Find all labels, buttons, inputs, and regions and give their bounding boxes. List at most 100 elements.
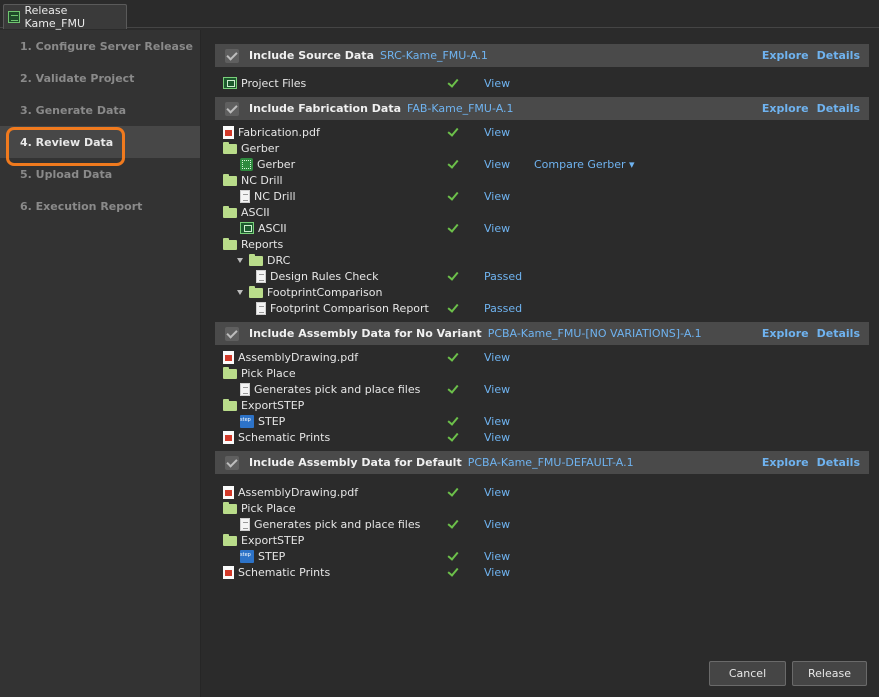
tree-row[interactable]: Schematic Prints View: [215, 429, 869, 445]
view-link[interactable]: View: [484, 431, 510, 444]
section-item-id[interactable]: PCBA-Kame_FMU-DEFAULT-A.1: [468, 456, 634, 469]
details-link[interactable]: Details: [817, 456, 860, 469]
pcb-icon: [240, 222, 254, 234]
folder-icon: [223, 206, 237, 218]
tree-item: Fabrication.pdf: [223, 125, 320, 139]
expand-arrow-icon[interactable]: [237, 257, 243, 263]
view-link[interactable]: View: [484, 77, 510, 90]
tree-row[interactable]: Gerber: [215, 140, 869, 156]
tree-item: Generates pick and place files: [240, 382, 421, 396]
tree-item: FootprintComparison: [237, 286, 382, 299]
section-rows: Project Files View: [215, 67, 869, 97]
details-link[interactable]: Details: [817, 49, 860, 62]
tree-item-label: FootprintComparison: [267, 285, 383, 299]
tree-row[interactable]: NC Drill View: [215, 188, 869, 204]
section-rows: AssemblyDrawing.pdf View Pick Place Generat…: [215, 345, 869, 451]
check-icon: [447, 157, 459, 169]
section-header: Include Assembly Data for No Variant PCBA…: [215, 322, 869, 345]
step-3[interactable]: 3. Generate Data: [0, 94, 200, 126]
view-link[interactable]: View: [484, 486, 510, 499]
check-icon: [447, 517, 459, 529]
tree-item: Pick Place: [223, 367, 296, 380]
check-icon: [447, 301, 459, 313]
tree-row[interactable]: AssemblyDrawing.pdf View: [215, 349, 869, 365]
include-checkbox[interactable]: [225, 48, 239, 63]
view-link[interactable]: View: [484, 126, 510, 139]
include-checkbox[interactable]: [225, 326, 239, 341]
tree-row[interactable]: Footprint Comparison Report Passed: [215, 300, 869, 316]
view-link[interactable]: View: [484, 158, 510, 171]
tree-row[interactable]: Project Files View: [215, 75, 869, 91]
release-button[interactable]: Release: [792, 661, 867, 686]
section-header: Include Fabrication Data FAB-Kame_FMU-A.1…: [215, 97, 869, 120]
tree-row[interactable]: STEP View: [215, 413, 869, 429]
explore-link[interactable]: Explore: [762, 49, 809, 62]
tree-row[interactable]: Reports: [215, 236, 869, 252]
view-link[interactable]: View: [484, 518, 510, 531]
tree-row[interactable]: Generates pick and place files View: [215, 516, 869, 532]
tree-row[interactable]: FootprintComparison: [215, 284, 869, 300]
tree-item-label: Generates pick and place files: [254, 382, 421, 396]
tree-row[interactable]: NC Drill: [215, 172, 869, 188]
tree-row[interactable]: Gerber View Compare Gerber ▾: [215, 156, 869, 172]
compare-gerber-dropdown[interactable]: Compare Gerber ▾: [534, 158, 635, 171]
tree-row[interactable]: DRC: [215, 252, 869, 268]
step-4[interactable]: 4. Review Data: [0, 126, 200, 166]
folder-icon: [223, 174, 237, 186]
tree-item: Schematic Prints: [223, 565, 330, 579]
section-title: Include Assembly Data for No Variant: [249, 327, 482, 340]
tree-item-label: Gerber: [241, 141, 280, 155]
explore-link[interactable]: Explore: [762, 102, 809, 115]
include-checkbox[interactable]: [225, 101, 239, 116]
tree-item-label: ExportSTEP: [241, 533, 305, 547]
tree-row[interactable]: Schematic Prints View: [215, 564, 869, 580]
view-link[interactable]: View: [484, 383, 510, 396]
tree-row[interactable]: Fabrication.pdf View: [215, 124, 869, 140]
pcb-project-icon: [223, 77, 237, 89]
tree-row[interactable]: Design Rules Check Passed: [215, 268, 869, 284]
section-item-id[interactable]: FAB-Kame_FMU-A.1: [407, 102, 514, 115]
section-item-id[interactable]: SRC-Kame_FMU-A.1: [380, 49, 488, 62]
tree-item: AssemblyDrawing.pdf: [223, 350, 358, 364]
check-icon: [447, 221, 459, 233]
tree-row[interactable]: Pick Place: [215, 500, 869, 516]
tree-row[interactable]: ExportSTEP: [215, 532, 869, 548]
include-checkbox[interactable]: [225, 455, 239, 470]
check-icon: [447, 269, 459, 281]
step-1[interactable]: 1. Configure Server Release: [0, 30, 200, 62]
passed-link[interactable]: Passed: [484, 302, 522, 315]
tree-row[interactable]: STEP View: [215, 548, 869, 564]
view-link[interactable]: View: [484, 222, 510, 235]
view-link[interactable]: View: [484, 566, 510, 579]
view-link[interactable]: View: [484, 415, 510, 428]
passed-link[interactable]: Passed: [484, 270, 522, 283]
tree-item: NC Drill: [223, 174, 283, 187]
tree-item: ExportSTEP: [223, 534, 304, 547]
tree-row[interactable]: Pick Place: [215, 365, 869, 381]
tree-row[interactable]: ASCII: [215, 204, 869, 220]
tree-row[interactable]: ExportSTEP: [215, 397, 869, 413]
tree-item: ExportSTEP: [223, 399, 304, 412]
tree-row[interactable]: AssemblyDrawing.pdf View: [215, 484, 869, 500]
view-link[interactable]: View: [484, 190, 510, 203]
section-item-id[interactable]: PCBA-Kame_FMU-[NO VARIATIONS]-A.1: [488, 327, 702, 340]
cancel-button[interactable]: Cancel: [709, 661, 786, 686]
explore-link[interactable]: Explore: [762, 456, 809, 469]
tree-item-label: STEP: [258, 549, 286, 563]
section-title: Include Assembly Data for Default: [249, 456, 462, 469]
tree-row[interactable]: Generates pick and place files View: [215, 381, 869, 397]
view-link[interactable]: View: [484, 351, 510, 364]
view-link[interactable]: View: [484, 550, 510, 563]
folder-icon: [249, 286, 263, 298]
document-icon: [256, 269, 266, 283]
details-link[interactable]: Details: [817, 327, 860, 340]
tab-title: Release Kame_FMU: [24, 4, 86, 30]
tree-row[interactable]: ASCII View: [215, 220, 869, 236]
step-2[interactable]: 2. Validate Project: [0, 62, 200, 94]
explore-link[interactable]: Explore: [762, 327, 809, 340]
step-icon: [240, 414, 254, 428]
tab-release[interactable]: Release Kame_FMU: [3, 4, 127, 30]
expand-arrow-icon[interactable]: [237, 289, 243, 295]
step-6[interactable]: 6. Execution Report: [0, 190, 200, 222]
details-link[interactable]: Details: [817, 102, 860, 115]
